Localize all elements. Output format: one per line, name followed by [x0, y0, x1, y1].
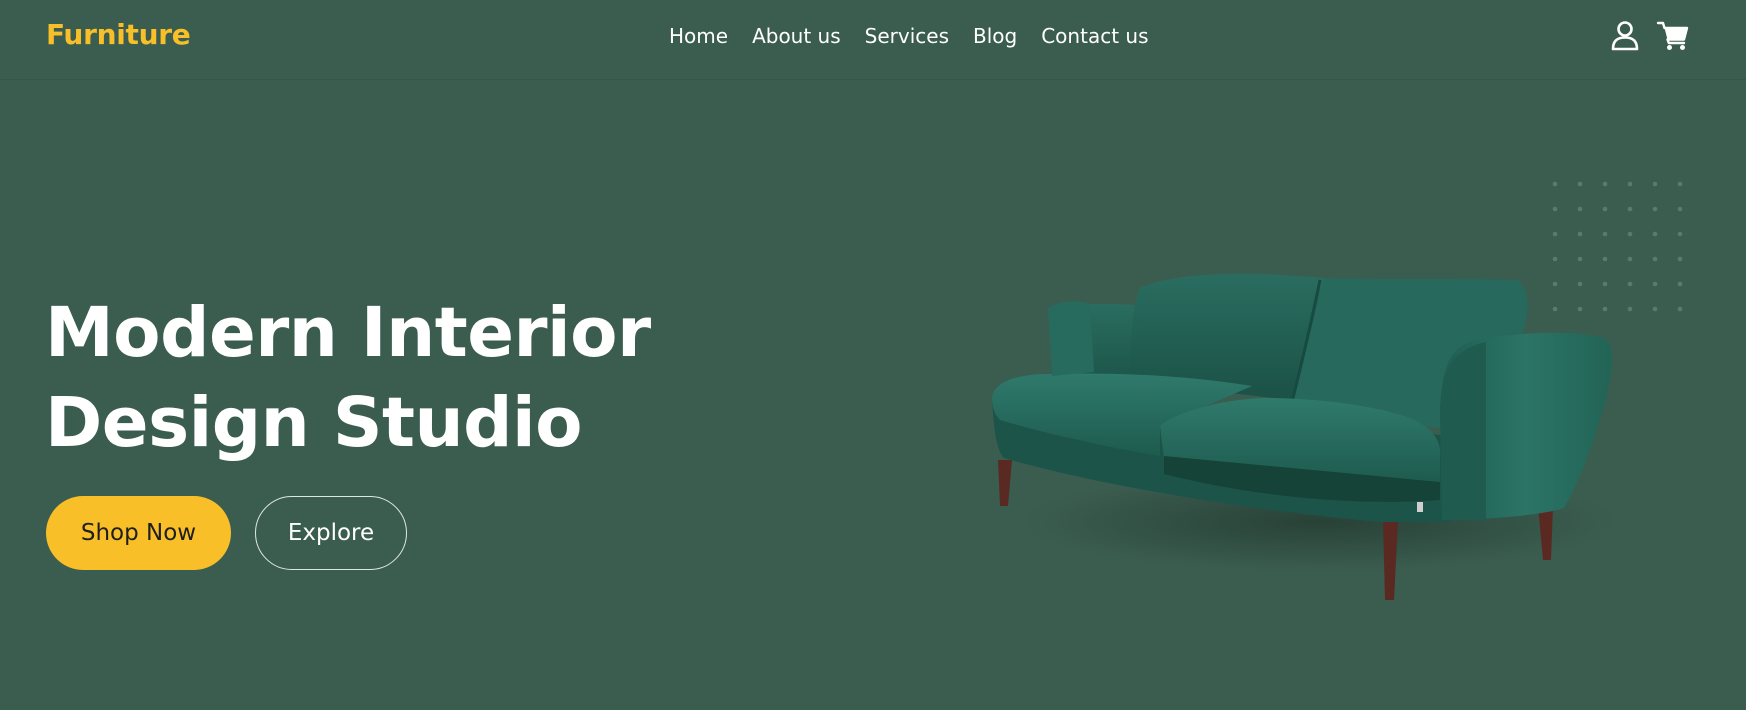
- nav-item-home: Home: [669, 22, 728, 50]
- brand-logo[interactable]: Furniture: [46, 18, 191, 51]
- shop-now-button[interactable]: Shop Now: [46, 496, 231, 570]
- explore-button[interactable]: Explore: [255, 496, 407, 570]
- nav-link-blog[interactable]: Blog: [973, 22, 1017, 50]
- user-icon[interactable]: [1608, 18, 1642, 52]
- hero-title: Modern Interior Design Studio: [45, 288, 651, 468]
- nav-link-home[interactable]: Home: [669, 22, 728, 50]
- sofa-image: [992, 273, 1620, 600]
- nav-item-about: About us: [752, 22, 841, 50]
- cart-icon[interactable]: [1656, 18, 1690, 52]
- navbar: Furniture Home About us Services Blog Co…: [0, 0, 1746, 80]
- nav-item-blog: Blog: [973, 22, 1017, 50]
- nav-icons: [1608, 18, 1690, 52]
- hero-title-line-1: Modern Interior: [45, 293, 651, 373]
- nav-item-services: Services: [865, 22, 949, 50]
- nav-link-contact[interactable]: Contact us: [1041, 22, 1148, 50]
- nav-link-about[interactable]: About us: [752, 22, 841, 50]
- main-nav: Home About us Services Blog Contact us: [669, 22, 1148, 50]
- nav-item-contact: Contact us: [1041, 22, 1148, 50]
- hero-title-line-2: Design Studio: [45, 383, 583, 463]
- nav-link-services[interactable]: Services: [865, 22, 949, 50]
